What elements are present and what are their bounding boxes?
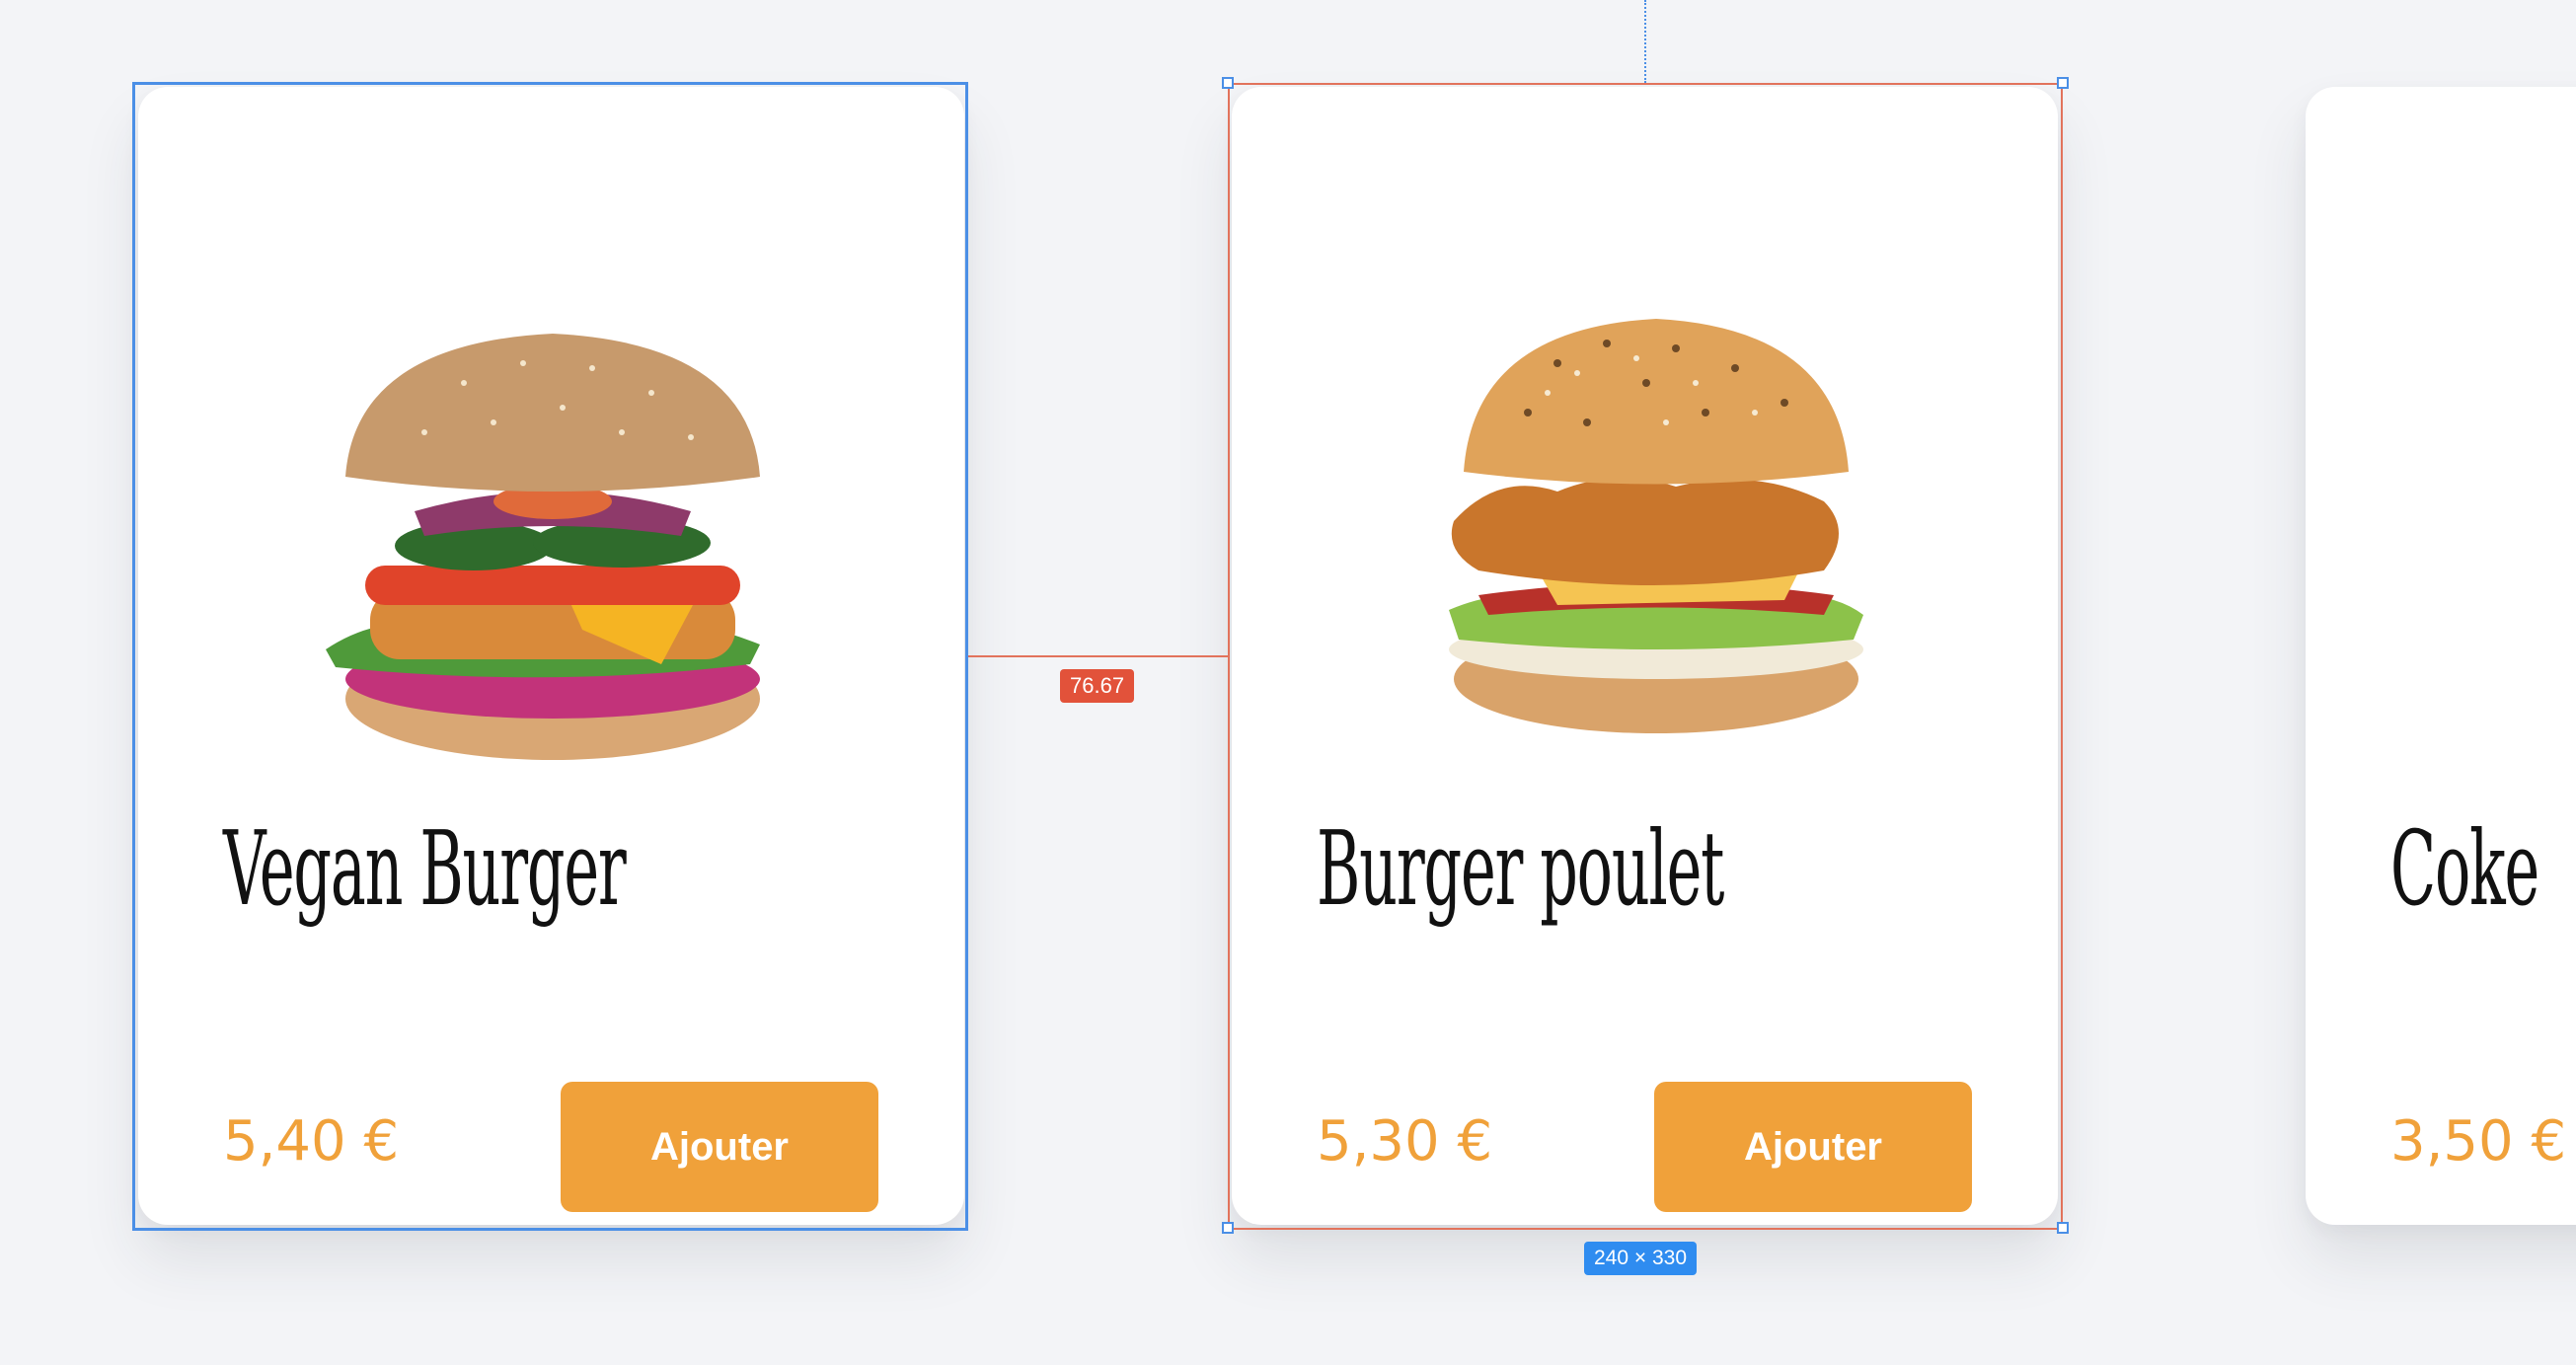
add-to-cart-button[interactable]: Ajouter — [561, 1082, 878, 1212]
product-price: 5,30 € — [1317, 1109, 1493, 1174]
product-title: Burger poulet — [1317, 808, 1724, 929]
resize-handle[interactable] — [2057, 77, 2069, 89]
product-card-burger-poulet[interactable]: Burger poulet 5,30 € Ajouter — [1232, 87, 2058, 1225]
resize-handle[interactable] — [1222, 1222, 1234, 1234]
chicken-burger-image — [1360, 274, 1930, 827]
design-canvas: Vegan Burger 5,40 € Ajouter Burger poule… — [0, 0, 2576, 1365]
product-card-coke[interactable]: Coke 3,50 € — [2306, 87, 2576, 1225]
resize-handle[interactable] — [2057, 1222, 2069, 1234]
product-price: 5,40 € — [223, 1109, 400, 1174]
spacing-guide — [968, 655, 1228, 657]
alignment-guide — [1644, 0, 1646, 83]
size-label: 240 × 330 — [1584, 1242, 1698, 1275]
product-card-vegan-burger[interactable]: Vegan Burger 5,40 € Ajouter — [138, 87, 964, 1225]
product-title: Coke — [2390, 808, 2539, 929]
vegan-burger-image — [266, 274, 836, 827]
resize-handle[interactable] — [1222, 77, 1234, 89]
product-title: Vegan Burger — [223, 808, 627, 929]
product-price: 3,50 € — [2390, 1109, 2567, 1174]
spacing-label: 76.67 — [1060, 669, 1135, 703]
add-to-cart-button[interactable]: Ajouter — [1654, 1082, 1972, 1212]
